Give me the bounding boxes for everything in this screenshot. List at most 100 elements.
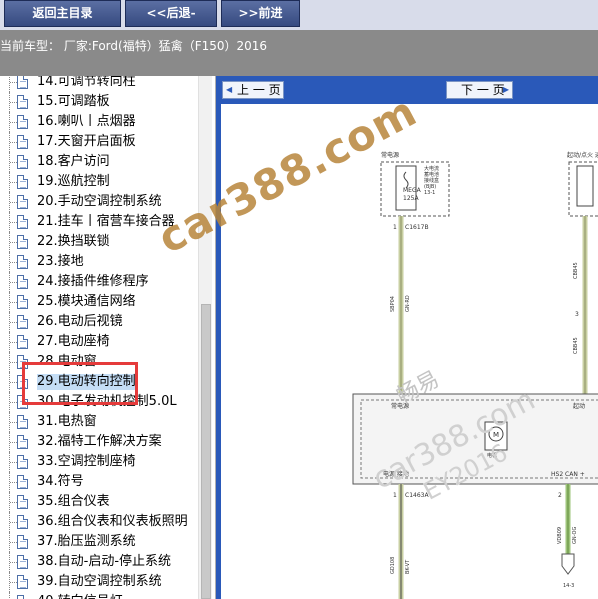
next-page-button[interactable]: 下 一 页 — [446, 81, 513, 99]
document-icon — [17, 155, 28, 169]
prev-page-button[interactable]: 上 一 页 — [222, 81, 284, 99]
tree-item-label[interactable]: 23.接地 — [37, 254, 84, 270]
document-icon — [17, 315, 28, 329]
document-icon — [17, 555, 28, 569]
home-button[interactable]: 返回主目录 — [4, 0, 121, 27]
tree-item[interactable]: 33.空调控制座椅 — [0, 452, 198, 472]
tree-item[interactable]: 36.组合仪表和仪表板照明 — [0, 512, 198, 532]
page-ref: 14-3 — [563, 583, 574, 589]
document-icon — [17, 95, 28, 109]
tree-item[interactable]: 15.可调踏板 — [0, 92, 198, 112]
document-icon — [17, 215, 28, 229]
tree-connector — [9, 152, 17, 172]
tree-item-label[interactable]: 39.自动空调控制系统 — [37, 574, 162, 590]
tree-item-label[interactable]: 15.可调踏板 — [37, 94, 110, 110]
document-icon — [17, 115, 28, 129]
tree-item-label[interactable]: 17.天窗开启面板 — [37, 134, 136, 150]
document-icon — [17, 76, 28, 89]
tree-item[interactable]: 40.转向信号灯 — [0, 592, 198, 599]
wire-right-code2: CBB45 — [573, 337, 579, 354]
tree-connector — [9, 192, 17, 212]
forward-button[interactable]: >>前进 — [221, 0, 300, 27]
top-toolbar: 返回主目录 <<后退- >>前进 — [0, 0, 598, 30]
pin-1-bottom: 1 — [393, 492, 397, 499]
tree-connector — [9, 212, 17, 232]
tree-item-label[interactable]: 31.电热窗 — [37, 414, 97, 430]
tree-item-label[interactable]: 36.组合仪表和仪表板照明 — [37, 514, 188, 530]
document-icon — [17, 595, 28, 599]
wire-gd-color: BK-VT — [405, 559, 411, 574]
scrollbar-thumb[interactable] — [201, 304, 211, 599]
tree-connector — [9, 172, 17, 192]
tree-item[interactable]: 34.符号 — [0, 472, 198, 492]
document-icon — [17, 295, 28, 309]
tree-connector — [9, 76, 17, 92]
tree-connector — [9, 312, 17, 332]
document-icon — [17, 435, 28, 449]
tree-item-label[interactable]: 33.空调控制座椅 — [37, 454, 136, 470]
tree-item-label[interactable]: 34.符号 — [37, 474, 84, 490]
tree-item-label[interactable]: 16.喇叭丨点烟器 — [37, 114, 136, 130]
tree-connector — [9, 532, 17, 552]
tree-connector — [9, 492, 17, 512]
tree-scrollbar[interactable] — [198, 76, 212, 599]
tree-item-label[interactable]: 38.自动-启动-停止系统 — [37, 554, 171, 570]
tree-item[interactable]: 16.喇叭丨点烟器 — [0, 112, 198, 132]
tree-connector — [9, 592, 17, 599]
wire-can-code: VDB09 — [557, 527, 563, 544]
tree-item-label[interactable]: 26.电动后视镜 — [37, 314, 123, 330]
tree-connector — [9, 512, 17, 532]
tree-item[interactable]: 19.巡航控制 — [0, 172, 198, 192]
module-can: HS2 CAN + — [551, 471, 585, 478]
tree-item-label[interactable]: 18.客户访问 — [37, 154, 110, 170]
tree-item-label[interactable]: 24.接插件维修程序 — [37, 274, 149, 290]
tree-item-label[interactable]: 37.胎压监测系统 — [37, 534, 136, 550]
tree-connector — [9, 552, 17, 572]
tree-item[interactable]: 35.组合仪表 — [0, 492, 198, 512]
tree-item[interactable]: 37.胎压监测系统 — [0, 532, 198, 552]
tree-item[interactable]: 18.客户访问 — [0, 152, 198, 172]
chapter-tree: 14.可调节转向柱 15.可调踏板 16.喇叭丨点烟器 17.天窗开启面板 18.客户访… — [0, 76, 216, 599]
tree-connector — [9, 332, 17, 352]
tree-item[interactable]: 39.自动空调控制系统 — [0, 572, 198, 592]
tree-list: 14.可调节转向柱 15.可调踏板 16.喇叭丨点烟器 17.天窗开启面板 18.客户访… — [0, 76, 198, 599]
document-icon — [17, 475, 28, 489]
tree-item[interactable]: 25.模块通信网络 — [0, 292, 198, 312]
tree-connector — [9, 452, 17, 472]
tree-item[interactable]: 26.电动后视镜 — [0, 312, 198, 332]
tree-connector — [9, 572, 17, 592]
pin-3-right: 3 — [575, 311, 579, 318]
pin-2-bottom: 2 — [558, 492, 562, 499]
document-icon — [17, 255, 28, 269]
tree-connector — [9, 272, 17, 292]
document-icon — [17, 335, 28, 349]
tree-item[interactable]: 14.可调节转向柱 — [0, 76, 198, 92]
tree-item-label[interactable]: 32.福特工作解决方案 — [37, 434, 162, 450]
tree-connector — [9, 472, 17, 492]
car-model-bar: 当前车型： 厂家:Ford(福特）猛禽（F150）2016 — [0, 30, 598, 76]
tree-item[interactable]: 17.天窗开启面板 — [0, 132, 198, 152]
tree-connector — [9, 132, 17, 152]
tree-item-label[interactable]: 35.组合仪表 — [37, 494, 110, 510]
tree-item-label[interactable]: 14.可调节转向柱 — [37, 76, 136, 90]
document-icon — [17, 535, 28, 549]
tree-connector — [9, 352, 17, 372]
selection-highlight-box — [22, 362, 138, 405]
document-icon — [17, 575, 28, 589]
tree-item[interactable]: 31.电热窗 — [0, 412, 198, 432]
tree-item-label[interactable]: 22.换挡联锁 — [37, 234, 110, 250]
tree-item-label[interactable]: 27.电动座椅 — [37, 334, 110, 350]
tree-item-label[interactable]: 25.模块通信网络 — [37, 294, 136, 310]
fuse-icon — [403, 171, 409, 189]
tree-item[interactable]: 27.电动座椅 — [0, 332, 198, 352]
tree-item[interactable]: 32.福特工作解决方案 — [0, 432, 198, 452]
tree-item[interactable]: 24.接插件维修程序 — [0, 272, 198, 292]
right-fuse-box — [576, 165, 594, 207]
tree-item-label[interactable]: 19.巡航控制 — [37, 174, 110, 190]
back-button[interactable]: <<后退- — [125, 0, 217, 27]
tree-item-label[interactable]: 40.转向信号灯 — [37, 594, 123, 599]
tree-item-label[interactable]: 20.手动空调控制系统 — [37, 194, 162, 210]
car-model-text: 当前车型： 厂家:Ford(福特）猛禽（F150）2016 — [0, 39, 268, 53]
tree-connector — [9, 392, 17, 412]
tree-item[interactable]: 38.自动-启动-停止系统 — [0, 552, 198, 572]
